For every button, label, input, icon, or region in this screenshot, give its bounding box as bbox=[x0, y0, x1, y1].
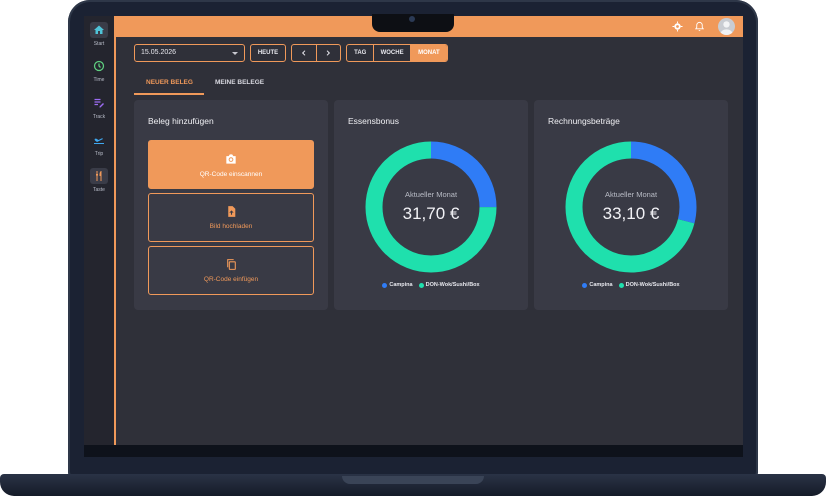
legend-label: DON-Wok/Sushi/Box bbox=[625, 282, 680, 288]
legend-item-don[interactable]: DON-Wok/Sushi/Box bbox=[418, 282, 480, 288]
view-label: WOCHE bbox=[380, 50, 404, 56]
donut-center: Aktueller Monat 31,70 € bbox=[364, 140, 498, 274]
date-navigation bbox=[291, 44, 341, 62]
prev-button[interactable] bbox=[292, 45, 316, 61]
chevron-left-icon bbox=[301, 50, 306, 56]
action-label: QR-Code einscannen bbox=[199, 170, 263, 178]
legend-label: DON-Wok/Sushi/Box bbox=[425, 282, 480, 288]
legend-item-campina[interactable]: Campina bbox=[382, 282, 413, 288]
view-woche-button[interactable]: WOCHE bbox=[373, 45, 409, 61]
screen-bezel bbox=[84, 445, 743, 457]
paste-qr-button[interactable]: QR-Code einfügen bbox=[148, 246, 314, 295]
legend-dot bbox=[582, 282, 588, 288]
chevron-right-icon bbox=[326, 50, 331, 56]
view-switcher: TAG WOCHE MONAT bbox=[346, 44, 448, 62]
legend-label: Campina bbox=[389, 282, 413, 288]
action-label: Bild hochladen bbox=[209, 223, 253, 230]
meal-bonus-donut: Aktueller Monat 31,70 € bbox=[364, 140, 498, 274]
view-label: MONAT bbox=[418, 50, 440, 56]
upload-image-button[interactable]: Bild hochladen bbox=[148, 193, 314, 242]
upload-file-icon bbox=[227, 206, 235, 217]
main-content: 15.05.2026 HEUTE TAG WOCHE MONAT NEUER B… bbox=[84, 16, 743, 445]
camera-lens bbox=[409, 16, 415, 22]
camera-icon bbox=[226, 153, 236, 164]
camera-notch bbox=[372, 14, 454, 32]
view-tag-button[interactable]: TAG bbox=[347, 45, 373, 61]
donut-center: Aktueller Monat 33,10 € bbox=[564, 140, 698, 274]
caret-down-icon bbox=[232, 52, 238, 55]
donut-label: Aktueller Monat bbox=[604, 190, 658, 199]
chart-legend: Campina DON-Wok/Sushi/Box bbox=[334, 282, 528, 288]
invoice-amounts-card: Rechnungsbeträge Aktueller Monat 33,10 €… bbox=[534, 100, 728, 310]
donut-label: Aktueller Monat bbox=[404, 190, 458, 199]
date-select[interactable]: 15.05.2026 bbox=[134, 44, 245, 62]
card-title: Essensbonus bbox=[348, 116, 400, 126]
legend-dot bbox=[418, 282, 424, 288]
donut-value: 33,10 € bbox=[602, 204, 660, 223]
invoice-donut: Aktueller Monat 33,10 € bbox=[564, 140, 698, 274]
today-button[interactable]: HEUTE bbox=[250, 44, 286, 62]
add-receipt-card: Beleg hinzufügen QR-Code einscannen Bild… bbox=[134, 100, 328, 310]
view-monat-button[interactable]: MONAT bbox=[409, 45, 447, 61]
legend-item-campina[interactable]: Campina bbox=[582, 282, 613, 288]
tab-indicator bbox=[134, 93, 204, 95]
legend-item-don[interactable]: DON-Wok/Sushi/Box bbox=[618, 282, 680, 288]
donut-value: 31,70 € bbox=[402, 204, 460, 223]
next-button[interactable] bbox=[315, 45, 341, 61]
card-title: Beleg hinzufügen bbox=[148, 116, 214, 126]
tab-neuer-beleg[interactable]: NEUER BELEG bbox=[146, 79, 193, 86]
tab-meine-belege[interactable]: MEINE BELEGE bbox=[215, 79, 264, 86]
date-value: 15.05.2026 bbox=[141, 49, 177, 56]
chart-legend: Campina DON-Wok/Sushi/Box bbox=[534, 282, 728, 288]
view-label: TAG bbox=[354, 50, 367, 56]
legend-dot bbox=[618, 282, 624, 288]
meal-bonus-card: Essensbonus Aktueller Monat 31,70 € Camp… bbox=[334, 100, 528, 310]
today-button-label: HEUTE bbox=[257, 50, 279, 56]
copy-icon bbox=[226, 259, 236, 270]
scan-qr-button[interactable]: QR-Code einscannen bbox=[148, 140, 314, 189]
card-title: Rechnungsbeträge bbox=[548, 116, 620, 126]
legend-label: Campina bbox=[589, 282, 613, 288]
legend-dot bbox=[382, 282, 388, 288]
action-label: QR-Code einfügen bbox=[203, 276, 259, 283]
laptop-base-notch bbox=[342, 476, 484, 484]
